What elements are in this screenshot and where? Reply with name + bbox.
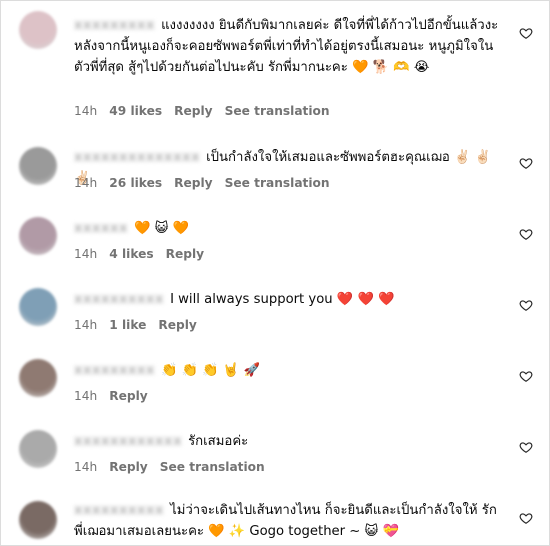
like-heart-icon[interactable] (519, 26, 533, 40)
comment-text: xxxxxxxxx แงงงงงงง ยินดีกับพิมากเลยค่ะ ดี… (74, 15, 503, 78)
comment-meta: 14h Reply See translation (74, 460, 277, 474)
username[interactable]: xxxxxxxxxx (74, 500, 164, 521)
reply-button[interactable]: Reply (109, 460, 148, 474)
timestamp[interactable]: 14h (74, 389, 97, 403)
avatar[interactable] (19, 11, 57, 49)
comment-text: xxxxxx 🧡 😺 🧡 (74, 218, 503, 239)
timestamp[interactable]: 14h (74, 176, 97, 190)
reply-button[interactable]: Reply (109, 389, 148, 403)
username[interactable]: xxxxxxxxxx (74, 289, 164, 310)
username[interactable]: xxxxxxxxx (74, 360, 155, 381)
avatar[interactable] (19, 501, 57, 539)
username[interactable]: xxxxxxxxxxxx (74, 431, 182, 452)
reply-button[interactable]: Reply (158, 318, 197, 332)
like-heart-icon[interactable] (519, 156, 533, 170)
likes-count[interactable]: 49 likes (109, 104, 162, 118)
comment-text: xxxxxxxxxxxx รักเสมอค่ะ (74, 431, 503, 452)
reply-button[interactable]: Reply (174, 176, 213, 190)
see-translation-button[interactable]: See translation (160, 460, 265, 474)
username[interactable]: xxxxxxxxx (74, 15, 155, 36)
comment-meta: 14h 1 like Reply (74, 318, 209, 332)
timestamp[interactable]: 14h (74, 318, 97, 332)
timestamp[interactable]: 14h (74, 460, 97, 474)
likes-count[interactable]: 1 like (109, 318, 146, 332)
username[interactable]: xxxxxx (74, 218, 128, 239)
comment-meta: 14h Reply (74, 389, 160, 403)
timestamp[interactable]: 14h (74, 104, 97, 118)
comment-text: xxxxxxxxxx ไม่ว่าจะเดินไปเส้นทางไหน ก็จะย… (74, 500, 503, 542)
avatar[interactable] (19, 359, 57, 397)
timestamp[interactable]: 14h (74, 247, 97, 261)
reply-button[interactable]: Reply (174, 104, 213, 118)
likes-count[interactable]: 4 likes (109, 247, 153, 261)
comment-text: xxxxxxxxx 👏 👏 👏 🤘 🚀 (74, 360, 503, 381)
comment-meta: 14h 26 likes Reply See translation (74, 176, 342, 190)
comment-meta: 14h 4 likes Reply (74, 247, 216, 261)
see-translation-button[interactable]: See translation (225, 104, 330, 118)
see-translation-button[interactable]: See translation (225, 176, 330, 190)
avatar[interactable] (19, 147, 57, 185)
like-heart-icon[interactable] (519, 440, 533, 454)
like-heart-icon[interactable] (519, 511, 533, 525)
comment-meta: 14h 49 likes Reply See translation (74, 104, 342, 118)
avatar[interactable] (19, 430, 57, 468)
avatar[interactable] (19, 217, 57, 255)
likes-count[interactable]: 26 likes (109, 176, 162, 190)
like-heart-icon[interactable] (519, 369, 533, 383)
like-heart-icon[interactable] (519, 227, 533, 241)
avatar[interactable] (19, 288, 57, 326)
like-heart-icon[interactable] (519, 298, 533, 312)
comment-text: xxxxxxxxxx I will always support you ❤️ ❤… (74, 289, 503, 310)
reply-button[interactable]: Reply (166, 247, 205, 261)
username[interactable]: xxxxxxxxxxxxxx (74, 147, 200, 168)
